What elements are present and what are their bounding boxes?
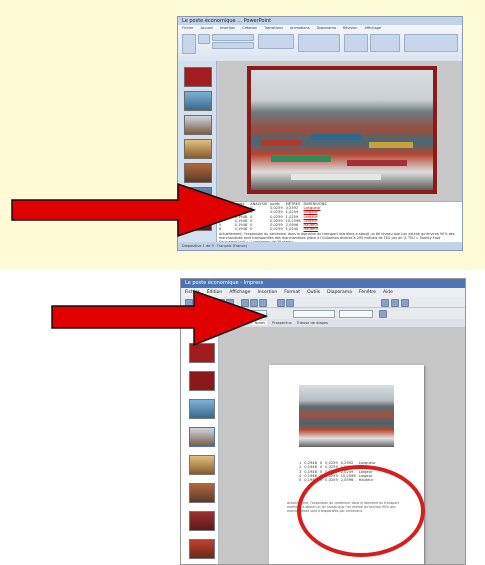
undo-icon[interactable] <box>277 299 285 307</box>
tab-insertion[interactable]: Insertion <box>220 26 235 30</box>
slide-thumbnail[interactable] <box>189 483 215 503</box>
arrange-button[interactable] <box>344 34 368 52</box>
fill-style-select[interactable] <box>293 310 335 318</box>
arrow-shape <box>51 289 269 347</box>
drawing-shapes-group[interactable] <box>298 34 340 52</box>
table-icon[interactable] <box>381 299 389 307</box>
slide-thumbnail[interactable] <box>184 67 212 87</box>
tab-affichage[interactable]: Affichage <box>365 26 381 30</box>
tab-trieuse[interactable]: Trieuse de diapos <box>297 321 328 325</box>
menu-outils[interactable]: Outils <box>307 290 320 295</box>
arrow-to-notes-table-icon <box>11 182 257 238</box>
container-port-photo <box>251 70 433 190</box>
quick-styles-button[interactable] <box>370 34 400 52</box>
tab-prospectus[interactable]: Prospectus <box>272 321 292 325</box>
powerpoint-title-bar: Le poste économique ... PowerPoint <box>178 17 462 25</box>
arrow-shape <box>11 182 257 238</box>
menu-format[interactable]: Format <box>284 290 300 295</box>
font-format-row[interactable] <box>212 42 254 49</box>
paste-button[interactable] <box>182 34 196 54</box>
highlight-ellipse <box>297 465 425 557</box>
menu-fenetre[interactable]: Fenêtre <box>359 290 376 295</box>
slide-thumbnail[interactable] <box>189 511 215 531</box>
slide-thumbnail[interactable] <box>189 539 215 559</box>
editing-group[interactable] <box>404 34 458 52</box>
slide-thumbnail[interactable] <box>189 455 215 475</box>
slide-thumbnail[interactable] <box>189 371 215 391</box>
slide-thumbnail[interactable] <box>184 91 212 111</box>
tab-creation[interactable]: Création <box>242 26 257 30</box>
redo-icon[interactable] <box>286 299 294 307</box>
tab-revision[interactable]: Révision <box>343 26 358 30</box>
paragraph-group[interactable] <box>258 34 294 49</box>
ribbon-tabs: Fichier Accueil Insertion Création Transitio… <box>178 25 462 31</box>
slide-image-on-notes-page <box>299 385 394 447</box>
slides-pane <box>181 319 219 564</box>
impress-title-bar: Le poste économique - Impress <box>181 279 465 288</box>
powerpoint-status-bar: Diapositive 1 de 9 · Français (France) <box>178 242 462 250</box>
slide-thumbnail[interactable] <box>184 139 212 159</box>
fill-color-select[interactable] <box>339 310 373 318</box>
arrow-to-toolbar-icon <box>51 289 269 347</box>
slide-canvas[interactable] <box>247 66 437 194</box>
tab-accueil[interactable]: Accueil <box>200 26 213 30</box>
slide-thumbnail[interactable] <box>189 427 215 447</box>
shadow-icon[interactable] <box>379 310 387 318</box>
image-icon[interactable] <box>401 299 409 307</box>
tab-diaporama[interactable]: Diaporama <box>317 26 336 30</box>
tab-fichier[interactable]: Fichier <box>182 26 193 30</box>
slide-thumbnail[interactable] <box>189 399 215 419</box>
new-slide-button[interactable] <box>198 34 210 44</box>
tab-animations[interactable]: Animations <box>290 26 310 30</box>
tab-transitions[interactable]: Transitions <box>264 26 283 30</box>
chart-icon[interactable] <box>391 299 399 307</box>
menu-aide[interactable]: Aide <box>383 290 393 295</box>
slide-thumbnail[interactable] <box>184 115 212 135</box>
menu-diaporama[interactable]: Diaporama <box>327 290 352 295</box>
font-name-field[interactable] <box>212 34 254 41</box>
